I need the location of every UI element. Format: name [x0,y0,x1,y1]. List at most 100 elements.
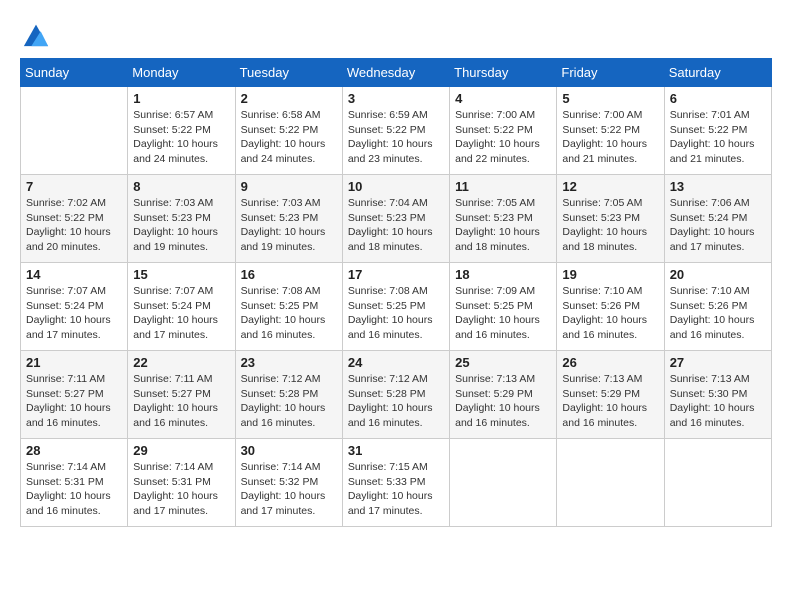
calendar-week-4: 21 Sunrise: 7:11 AMSunset: 5:27 PMDayligh… [21,351,772,439]
day-info: Sunrise: 7:07 AMSunset: 5:24 PMDaylight:… [133,284,229,343]
calendar-cell: 12 Sunrise: 7:05 AMSunset: 5:23 PMDayligh… [557,175,664,263]
day-info: Sunrise: 7:14 AMSunset: 5:31 PMDaylight:… [133,460,229,519]
calendar-cell: 18 Sunrise: 7:09 AMSunset: 5:25 PMDayligh… [450,263,557,351]
col-saturday: Saturday [664,59,771,87]
day-number: 3 [348,91,444,106]
col-wednesday: Wednesday [342,59,449,87]
day-info: Sunrise: 7:00 AMSunset: 5:22 PMDaylight:… [455,108,551,167]
day-number: 8 [133,179,229,194]
day-number: 4 [455,91,551,106]
calendar-cell: 2 Sunrise: 6:58 AMSunset: 5:22 PMDaylight… [235,87,342,175]
day-number: 31 [348,443,444,458]
day-number: 2 [241,91,337,106]
day-number: 13 [670,179,766,194]
calendar-cell: 22Sunrise: 7:11 AMSunset: 5:27 PMDayligh… [128,351,235,439]
calendar-cell: 28 Sunrise: 7:14 AMSunset: 5:31 PMDayligh… [21,439,128,527]
day-number: 23 [241,355,337,370]
calendar-cell: 19 Sunrise: 7:10 AMSunset: 5:26 PMDayligh… [557,263,664,351]
day-number: 18 [455,267,551,282]
col-thursday: Thursday [450,59,557,87]
calendar-cell: 8 Sunrise: 7:03 AMSunset: 5:23 PMDaylight… [128,175,235,263]
day-info: Sunrise: 7:12 AMSunset: 5:28 PMDaylight:… [348,372,444,431]
calendar-week-2: 7Sunrise: 7:02 AMSunset: 5:22 PMDaylight… [21,175,772,263]
calendar-cell [21,87,128,175]
day-info: Sunrise: 7:12 AMSunset: 5:28 PMDaylight:… [241,372,337,431]
day-info: Sunrise: 7:13 AMSunset: 5:30 PMDaylight:… [670,372,766,431]
day-number: 19 [562,267,658,282]
calendar-body: 1 Sunrise: 6:57 AMSunset: 5:22 PMDaylight… [21,87,772,527]
day-info: Sunrise: 7:11 AMSunset: 5:27 PMDaylight:… [26,372,122,431]
calendar-cell: 31Sunrise: 7:15 AMSunset: 5:33 PMDayligh… [342,439,449,527]
calendar-week-5: 28 Sunrise: 7:14 AMSunset: 5:31 PMDayligh… [21,439,772,527]
day-info: Sunrise: 7:02 AMSunset: 5:22 PMDaylight:… [26,196,122,255]
day-info: Sunrise: 6:59 AMSunset: 5:22 PMDaylight:… [348,108,444,167]
day-info: Sunrise: 6:58 AMSunset: 5:22 PMDaylight:… [241,108,337,167]
logo [20,20,50,48]
calendar-week-3: 14Sunrise: 7:07 AMSunset: 5:24 PMDayligh… [21,263,772,351]
day-number: 11 [455,179,551,194]
day-info: Sunrise: 7:06 AMSunset: 5:24 PMDaylight:… [670,196,766,255]
day-info: Sunrise: 7:00 AMSunset: 5:22 PMDaylight:… [562,108,658,167]
calendar-cell: 29 Sunrise: 7:14 AMSunset: 5:31 PMDayligh… [128,439,235,527]
day-number: 9 [241,179,337,194]
calendar-cell: 26Sunrise: 7:13 AMSunset: 5:29 PMDayligh… [557,351,664,439]
calendar-cell: 15 Sunrise: 7:07 AMSunset: 5:24 PMDayligh… [128,263,235,351]
calendar-cell: 5 Sunrise: 7:00 AMSunset: 5:22 PMDaylight… [557,87,664,175]
day-number: 21 [26,355,122,370]
day-info: Sunrise: 7:03 AMSunset: 5:23 PMDaylight:… [241,196,337,255]
day-number: 1 [133,91,229,106]
calendar-cell: 7Sunrise: 7:02 AMSunset: 5:22 PMDaylight… [21,175,128,263]
calendar-cell: 4 Sunrise: 7:00 AMSunset: 5:22 PMDaylight… [450,87,557,175]
header-row: Sunday Monday Tuesday Wednesday Thursday… [21,59,772,87]
calendar-header: Sunday Monday Tuesday Wednesday Thursday… [21,59,772,87]
day-number: 20 [670,267,766,282]
day-info: Sunrise: 7:04 AMSunset: 5:23 PMDaylight:… [348,196,444,255]
calendar-cell: 13 Sunrise: 7:06 AMSunset: 5:24 PMDayligh… [664,175,771,263]
calendar-cell: 14Sunrise: 7:07 AMSunset: 5:24 PMDayligh… [21,263,128,351]
day-info: Sunrise: 7:01 AMSunset: 5:22 PMDaylight:… [670,108,766,167]
day-info: Sunrise: 7:08 AMSunset: 5:25 PMDaylight:… [241,284,337,343]
day-info: Sunrise: 7:13 AMSunset: 5:29 PMDaylight:… [455,372,551,431]
page-header [20,20,772,48]
day-number: 5 [562,91,658,106]
day-number: 26 [562,355,658,370]
calendar-cell [557,439,664,527]
day-number: 28 [26,443,122,458]
calendar-cell: 10 Sunrise: 7:04 AMSunset: 5:23 PMDayligh… [342,175,449,263]
calendar-cell: 25 Sunrise: 7:13 AMSunset: 5:29 PMDayligh… [450,351,557,439]
day-number: 25 [455,355,551,370]
calendar-table: Sunday Monday Tuesday Wednesday Thursday… [20,58,772,527]
day-info: Sunrise: 7:03 AMSunset: 5:23 PMDaylight:… [133,196,229,255]
calendar-cell: 6Sunrise: 7:01 AMSunset: 5:22 PMDaylight… [664,87,771,175]
day-info: Sunrise: 7:11 AMSunset: 5:27 PMDaylight:… [133,372,229,431]
day-number: 29 [133,443,229,458]
day-number: 15 [133,267,229,282]
day-number: 12 [562,179,658,194]
calendar-week-1: 1 Sunrise: 6:57 AMSunset: 5:22 PMDaylight… [21,87,772,175]
day-number: 10 [348,179,444,194]
calendar-cell: 17 Sunrise: 7:08 AMSunset: 5:25 PMDayligh… [342,263,449,351]
day-info: Sunrise: 6:57 AMSunset: 5:22 PMDaylight:… [133,108,229,167]
day-info: Sunrise: 7:05 AMSunset: 5:23 PMDaylight:… [455,196,551,255]
day-info: Sunrise: 7:10 AMSunset: 5:26 PMDaylight:… [670,284,766,343]
day-info: Sunrise: 7:14 AMSunset: 5:31 PMDaylight:… [26,460,122,519]
col-sunday: Sunday [21,59,128,87]
calendar-cell: 1 Sunrise: 6:57 AMSunset: 5:22 PMDaylight… [128,87,235,175]
calendar-cell: 20 Sunrise: 7:10 AMSunset: 5:26 PMDayligh… [664,263,771,351]
day-info: Sunrise: 7:10 AMSunset: 5:26 PMDaylight:… [562,284,658,343]
calendar-cell: 16Sunrise: 7:08 AMSunset: 5:25 PMDayligh… [235,263,342,351]
col-monday: Monday [128,59,235,87]
day-number: 17 [348,267,444,282]
logo-icon [22,20,50,48]
day-info: Sunrise: 7:05 AMSunset: 5:23 PMDaylight:… [562,196,658,255]
day-info: Sunrise: 7:08 AMSunset: 5:25 PMDaylight:… [348,284,444,343]
day-info: Sunrise: 7:09 AMSunset: 5:25 PMDaylight:… [455,284,551,343]
calendar-cell [664,439,771,527]
day-number: 30 [241,443,337,458]
calendar-cell: 9 Sunrise: 7:03 AMSunset: 5:23 PMDaylight… [235,175,342,263]
calendar-cell: 21 Sunrise: 7:11 AMSunset: 5:27 PMDayligh… [21,351,128,439]
col-tuesday: Tuesday [235,59,342,87]
day-info: Sunrise: 7:14 AMSunset: 5:32 PMDaylight:… [241,460,337,519]
calendar-cell: 11 Sunrise: 7:05 AMSunset: 5:23 PMDayligh… [450,175,557,263]
calendar-cell: 30 Sunrise: 7:14 AMSunset: 5:32 PMDayligh… [235,439,342,527]
